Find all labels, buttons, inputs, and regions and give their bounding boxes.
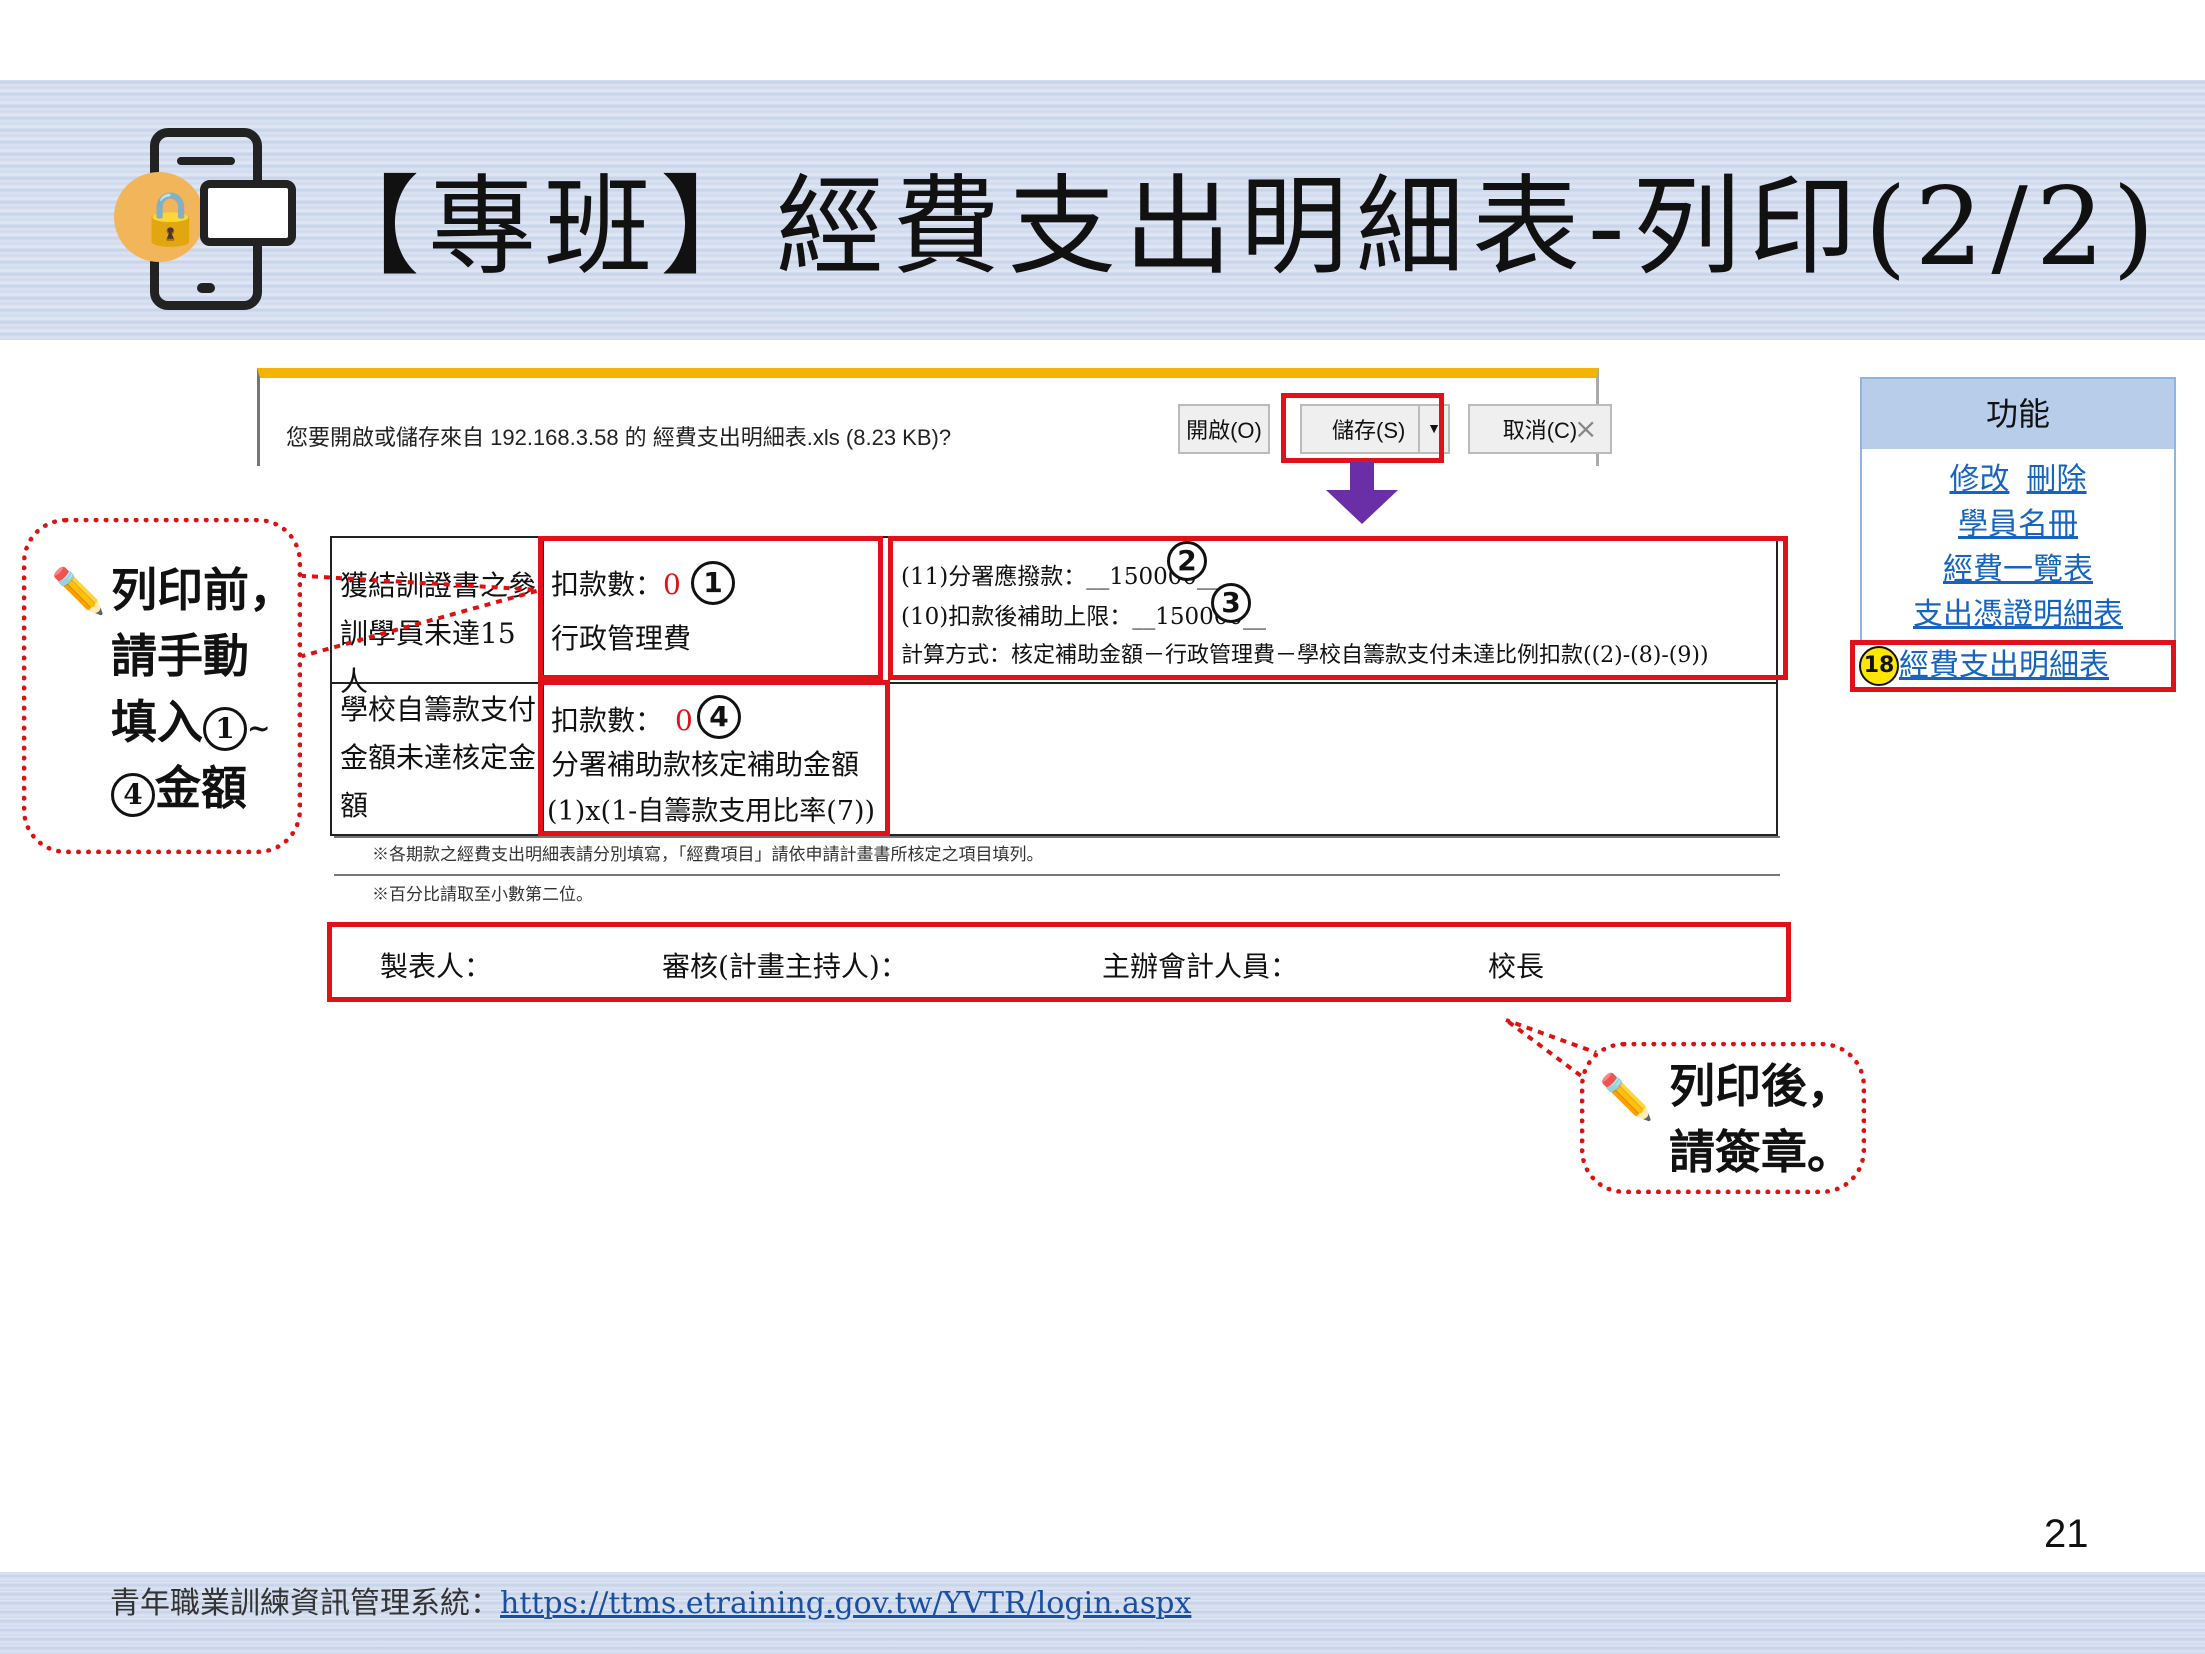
note-1: ※各期款之經費支出明細表請分別填寫，「經費項目」請依申請計畫書所核定之項目填列。 [372,845,1044,865]
row2-label: 學校自籌款支付金額未達核定金額 [340,693,537,822]
callout-after-print: ✏️ 列印後， 請簽章。 [1580,1042,1866,1194]
sign-accountant: 主辦會計人員： [1102,950,1299,983]
sign-principal: 校長 [1488,950,1545,983]
footer-label: 青年職業訓練資訊管理系統： [110,1586,500,1621]
close-icon[interactable]: × [1574,412,1597,445]
subsidy-amount-label: 分署補助款核定補助金額 [551,748,860,781]
row1-label: 獲結訓證書之參訓學員未達15人 [340,569,537,698]
marker-1: 1 [691,561,735,605]
arrow-down-icon [1326,462,1398,524]
marker-18: 18 [1859,646,1899,686]
expense-link[interactable]: 經費支出明細表 [1899,645,2109,687]
slide-title: 【專班】經費支出明細表-列印(2/2) [312,165,2163,290]
deduct-cell-1: 扣款數：0 1 行政管理費 [538,536,883,680]
ratio-formula: (1)x(1-自籌款支用比率(7)) [547,796,876,827]
marker-2: 2 [1167,541,1207,581]
save-highlight [1281,393,1444,463]
formula-text: 計算方式：核定補助金額－行政管理費－學校自籌款支付未達比例扣款((2)-(8)-… [901,643,1709,668]
pencil-icon: ✏️ [51,566,106,617]
pencil-icon: ✏️ [1599,1072,1654,1123]
overview-link[interactable]: 經費一覽表 [1862,547,2174,592]
delete-link[interactable]: 刪除 [2027,463,2087,496]
sign-maker: 製表人： [380,950,493,983]
deduct-cell-2: 扣款數： 0 4 分署補助款核定補助金額 (1)x(1-自籌款支用比率(7)) [538,680,890,836]
callout-tilde: ~ [247,712,271,745]
callout-after-line1: 列印後， [1669,1059,1853,1113]
footer-url-link[interactable]: https://ttms.etraining.gov.tw/YVTR/login… [500,1586,1191,1621]
callout-before-line4: 金額 [155,761,247,815]
edit-link[interactable]: 修改 [1949,463,2009,496]
deduct-label-2: 扣款數： [551,704,664,737]
sign-review: 審核(計畫主持人)： [662,950,908,983]
function-header: 功能 [1862,379,2174,449]
marker-4: 4 [697,695,741,739]
voucher-link[interactable]: 支出憑證明細表 [1862,592,2174,637]
callout-before-line2: 請手動 [111,629,249,683]
callout-marker-1: 1 [203,707,247,751]
callout-after-line2: 請簽章。 [1669,1125,1853,1179]
deduct-value-2[interactable]: 0 [675,704,693,737]
deduct-label-1: 扣款數： [551,568,664,601]
admin-fee-label: 行政管理費 [551,622,692,655]
note-2: ※百分比請取至小數第二位。 [372,885,593,905]
expense-link-highlight: 18 經費支出明細表 [1850,640,2176,692]
callout-marker-4: 4 [111,773,155,817]
callout-before-line1: 列印前， [111,563,295,617]
page-number: 21 [2044,1512,2089,1556]
formula-cell: (11)分署應撥款：__150000__ 2 (10)扣款後補助上限：__150… [888,536,1788,680]
callout-before-line3: 填入 [111,695,203,749]
function-panel: 功能 修改 刪除 學員名冊 經費一覽表 支出憑證明細表 [1860,377,2176,645]
footer: 青年職業訓練資訊管理系統：https://ttms.etraining.gov.… [110,1578,1191,1622]
hand-icon [200,180,296,246]
dialog-message: 您要開啟或儲存來自 192.168.3.58 的 經費支出明細表.xls (8.… [286,425,952,450]
signature-row: 製表人： 審核(計畫主持人)： 主辦會計人員： 校長 [327,922,1791,1002]
deduct-value-1[interactable]: 0 [663,568,681,601]
lock-icon: 🔒 [114,172,204,262]
marker-3: 3 [1211,583,1251,623]
callout-before-print: ✏️ 列印前， 請手動 填入 1 ~ 4 金額 [22,518,302,854]
open-button[interactable]: 開啟(O) [1178,404,1270,454]
roster-link[interactable]: 學員名冊 [1862,502,2174,547]
